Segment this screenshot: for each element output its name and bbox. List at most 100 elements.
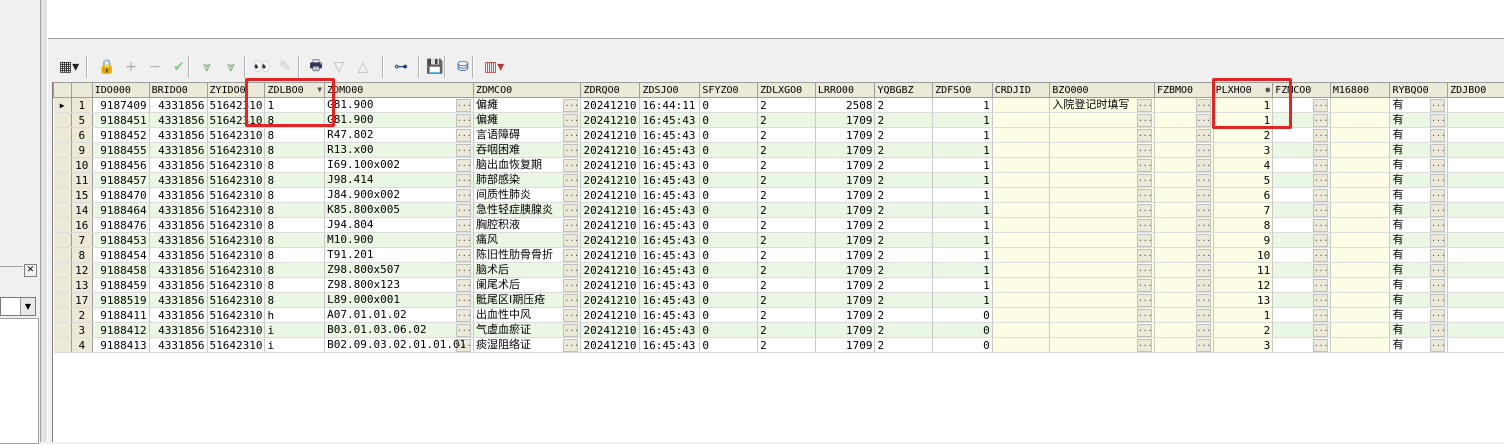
cell-brido0[interactable]: 4331856: [149, 293, 207, 308]
cell-fzbmo0[interactable]: ···: [1154, 98, 1213, 113]
column-header-zdlbo0[interactable]: ZDLBO0▼: [265, 83, 325, 98]
ellipsis-button[interactable]: ···: [1430, 264, 1445, 277]
ellipsis-button[interactable]: ···: [1196, 99, 1211, 112]
cell-zyido0[interactable]: 51642310: [207, 338, 265, 353]
cell-plxho0[interactable]: 9: [1213, 233, 1273, 248]
cell-zdmco0[interactable]: ···脑出血恢复期: [474, 158, 581, 173]
cell-zdrqo0[interactable]: 20241210: [581, 233, 640, 248]
cell-ido000[interactable]: 9188458: [92, 263, 149, 278]
ellipsis-button[interactable]: ···: [1313, 174, 1328, 187]
row-indicator[interactable]: [54, 173, 72, 188]
cell-zdlbo0[interactable]: i: [265, 338, 325, 353]
row-indicator[interactable]: [54, 233, 72, 248]
cell-brido0[interactable]: 4331856: [149, 233, 207, 248]
cell-zdfso0[interactable]: 0: [933, 338, 993, 353]
cell-brido0[interactable]: 4331856: [149, 143, 207, 158]
cell-fzmco0[interactable]: ···: [1273, 113, 1331, 128]
cell-zyido0[interactable]: 51642310: [207, 278, 265, 293]
cell-zdmo00[interactable]: ···J98.414: [325, 173, 474, 188]
cell-yqbgbz[interactable]: 2: [875, 113, 933, 128]
ellipsis-button[interactable]: ···: [1137, 159, 1152, 172]
cell-zdmco0[interactable]: ···阑尾术后: [474, 278, 581, 293]
ellipsis-button[interactable]: ···: [563, 294, 578, 307]
ellipsis-button[interactable]: ···: [1196, 249, 1211, 262]
cell-crdjid[interactable]: [992, 233, 1050, 248]
cell-sfyzo0[interactable]: 0: [700, 248, 758, 263]
cell-brido0[interactable]: 4331856: [149, 203, 207, 218]
cell-zdmco0[interactable]: ···间质性肺炎: [474, 188, 581, 203]
ellipsis-button[interactable]: ···: [563, 339, 578, 352]
cell-zdjbo0[interactable]: [1448, 278, 1504, 293]
column-header-zdmo00[interactable]: ZDMO00: [325, 83, 474, 98]
ellipsis-button[interactable]: ···: [1430, 204, 1445, 217]
cell-zdrqo0[interactable]: 20241210: [581, 323, 640, 338]
cell-fzmco0[interactable]: ···: [1273, 158, 1331, 173]
left-list[interactable]: [0, 318, 39, 444]
ellipsis-button[interactable]: ···: [1137, 339, 1152, 352]
ellipsis-button[interactable]: ···: [1313, 204, 1328, 217]
ellipsis-button[interactable]: ···: [1137, 249, 1152, 262]
ellipsis-button[interactable]: ···: [1313, 294, 1328, 307]
table-row[interactable]: 1191884574331856516423108···J98.414···肺部…: [54, 173, 1504, 188]
cell-rybqo0[interactable]: ···有: [1390, 248, 1448, 263]
cell-zdlxgo0[interactable]: 2: [758, 278, 816, 293]
ellipsis-button[interactable]: ···: [1430, 234, 1445, 247]
cell-m16800[interactable]: [1330, 158, 1390, 173]
table-row[interactable]: ▶191874094331856516423101···G81.900···偏瘫…: [54, 98, 1504, 113]
column-header-plxho0[interactable]: PLXHO0●: [1213, 83, 1273, 98]
cell-zdjbo0[interactable]: [1448, 338, 1504, 353]
cell-bzo000[interactable]: ···: [1050, 158, 1155, 173]
cell-lrro00[interactable]: 1709: [815, 293, 875, 308]
cell-yqbgbz[interactable]: 2: [875, 308, 933, 323]
cell-rybqo0[interactable]: ···有: [1390, 173, 1448, 188]
cell-zdsjo0[interactable]: 16:45:43: [640, 248, 700, 263]
cell-crdjid[interactable]: [992, 323, 1050, 338]
cell-brido0[interactable]: 4331856: [149, 263, 207, 278]
cell-zyido0[interactable]: 51642310: [207, 113, 265, 128]
cell-zyido0[interactable]: 51642310: [207, 308, 265, 323]
cell-lrro00[interactable]: 1709: [815, 188, 875, 203]
cell-zyido0[interactable]: 51642310: [207, 173, 265, 188]
cell-plxho0[interactable]: 4: [1213, 158, 1273, 173]
ellipsis-button[interactable]: ···: [1313, 234, 1328, 247]
cell-zdfso0[interactable]: 1: [933, 188, 993, 203]
cell-zdfso0[interactable]: 1: [933, 173, 993, 188]
cell-rybqo0[interactable]: ···有: [1390, 293, 1448, 308]
cell-yqbgbz[interactable]: 2: [875, 128, 933, 143]
cell-zdrqo0[interactable]: 20241210: [581, 158, 640, 173]
ellipsis-button[interactable]: ···: [1430, 174, 1445, 187]
cell-crdjid[interactable]: [992, 338, 1050, 353]
cell-lrro00[interactable]: 1709: [815, 158, 875, 173]
cell-bzo000[interactable]: ···: [1050, 113, 1155, 128]
cell-bzo000[interactable]: ···: [1050, 293, 1155, 308]
cell-zdrqo0[interactable]: 20241210: [581, 248, 640, 263]
grid-layout-icon[interactable]: ▦▾: [54, 56, 84, 78]
sort-indicator-icon[interactable]: ●: [1265, 85, 1270, 94]
cell-zdsjo0[interactable]: 16:45:43: [640, 338, 700, 353]
cell-brido0[interactable]: 4331856: [149, 128, 207, 143]
cell-zyido0[interactable]: 51642310: [207, 293, 265, 308]
cell-yqbgbz[interactable]: 2: [875, 338, 933, 353]
cell-fzbmo0[interactable]: ···: [1154, 158, 1213, 173]
column-header-sfyzo0[interactable]: SFYZO0: [700, 83, 758, 98]
clear-filter-icon[interactable]: ✎: [274, 56, 296, 78]
cell-yqbgbz[interactable]: 2: [875, 158, 933, 173]
cell-zdmco0[interactable]: ···气虚血瘀证: [474, 323, 581, 338]
cell-fzbmo0[interactable]: ···: [1154, 338, 1213, 353]
ellipsis-button[interactable]: ···: [1196, 174, 1211, 187]
cell-zdmo00[interactable]: ···J84.900x002: [325, 188, 474, 203]
column-header-crdjid[interactable]: CRDJID: [992, 83, 1050, 98]
row-indicator[interactable]: [54, 308, 72, 323]
ellipsis-button[interactable]: ···: [456, 264, 471, 277]
cell-fzmco0[interactable]: ···: [1273, 188, 1331, 203]
cell-bzo000[interactable]: ···: [1050, 233, 1155, 248]
cell-crdjid[interactable]: [992, 98, 1050, 113]
ellipsis-button[interactable]: ···: [1196, 264, 1211, 277]
cell-bzo000[interactable]: ···: [1050, 338, 1155, 353]
cell-m16800[interactable]: [1330, 263, 1390, 278]
column-header-zyido0[interactable]: ZYIDO0: [207, 83, 265, 98]
table-row[interactable]: 29188411433185651642310h···A07.01.01.02·…: [54, 308, 1504, 323]
cell-bzo000[interactable]: ···: [1050, 203, 1155, 218]
cell-sfyzo0[interactable]: 0: [700, 128, 758, 143]
cell-zyido0[interactable]: 51642310: [207, 128, 265, 143]
